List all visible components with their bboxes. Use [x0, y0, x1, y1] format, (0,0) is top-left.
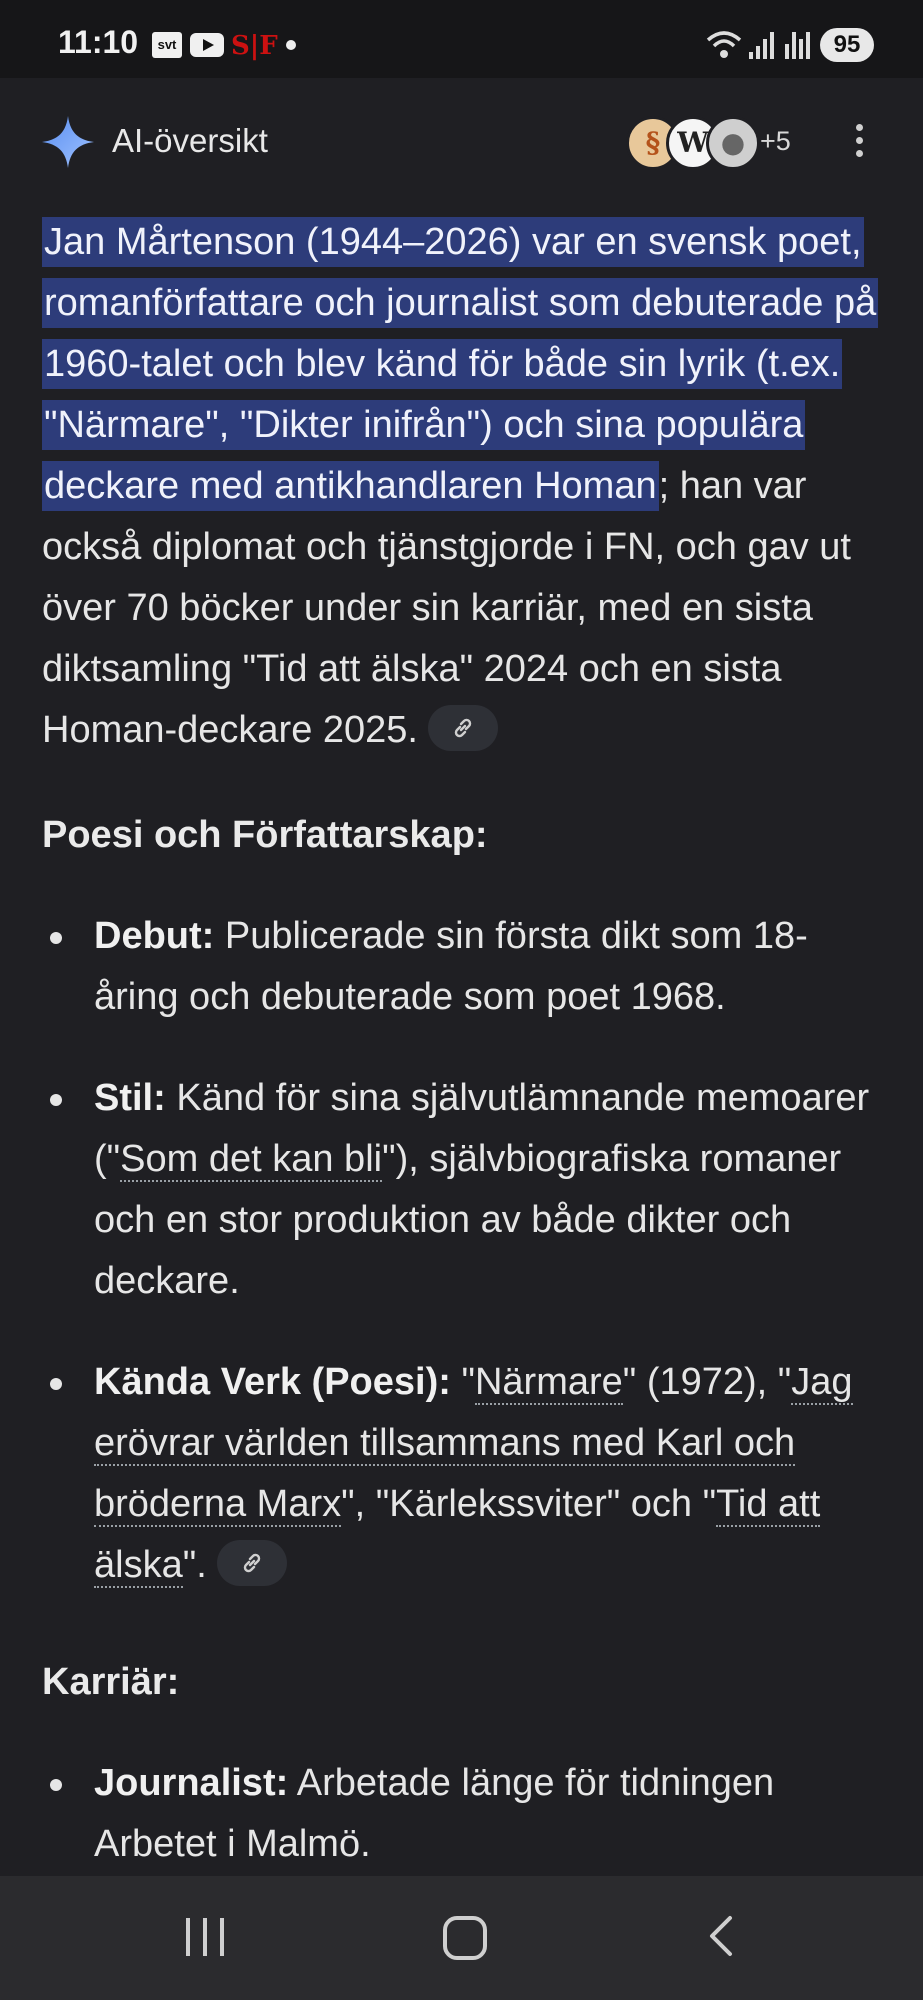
item-text: " — [461, 1361, 475, 1403]
recent-apps-button[interactable] — [186, 1918, 226, 1956]
sparkle-icon — [42, 116, 94, 168]
inline-link[interactable]: Närmare — [474, 1361, 623, 1405]
item-text: ", "Kärlekssviter" och " — [341, 1483, 717, 1525]
wifi-icon — [706, 31, 742, 58]
status-bar: 11:10 svt S|F 95 — [0, 0, 923, 78]
list-item: Kända Verk (Poesi): "Närmare" (1972), "J… — [42, 1352, 882, 1596]
notification-dot-icon — [286, 40, 296, 50]
list-item: Debut: Publicerade sin första dikt som 1… — [42, 906, 882, 1028]
home-button[interactable] — [443, 1916, 487, 1960]
ai-overview-header: AI-översikt § W ● +5 — [0, 78, 923, 208]
inline-link[interactable]: Som det kan bli — [120, 1138, 383, 1182]
poetry-list: Debut: Publicerade sin första dikt som 1… — [42, 906, 882, 1596]
intro-paragraph: Jan Mårtenson (1944–2026) var en svensk … — [42, 212, 882, 761]
ai-overview-title: AI-översikt — [112, 122, 268, 159]
source-link-button[interactable] — [216, 1539, 287, 1586]
more-sources-count[interactable]: +5 — [760, 126, 791, 157]
link-icon — [243, 1553, 260, 1573]
list-item: Stil: Känd för sina självutlämnande memo… — [42, 1068, 882, 1312]
item-text: " (1972), " — [622, 1361, 792, 1403]
item-label: Stil: — [94, 1077, 166, 1119]
svt-app-icon: svt — [152, 32, 182, 58]
back-button[interactable] — [706, 1914, 736, 1958]
signal-2-icon — [785, 32, 810, 59]
battery-indicator: 95 — [820, 28, 874, 62]
career-list: Journalist: Arbetade länge för tidningen… — [42, 1753, 882, 1875]
status-time: 11:10 — [58, 24, 139, 60]
youtube-icon — [190, 33, 224, 57]
item-label: Debut: — [94, 915, 215, 957]
item-label: Kända Verk (Poesi): — [94, 1361, 451, 1403]
source-link-button[interactable] — [428, 704, 498, 751]
ai-overview-content: Jan Mårtenson (1944–2026) var en svensk … — [42, 212, 882, 1915]
link-icon — [454, 718, 472, 738]
item-label: Journalist: — [94, 1762, 289, 1804]
item-text: ". — [182, 1544, 207, 1586]
sf-app-icon: S|F — [231, 31, 278, 61]
section-heading-poetry: Poesi och Författarskap: — [42, 814, 488, 856]
system-nav-bar — [0, 1876, 923, 2000]
list-item: Journalist: Arbetade länge för tidningen… — [42, 1753, 882, 1875]
signal-icon — [749, 32, 774, 59]
more-vert-icon[interactable] — [852, 124, 866, 164]
source-favicon-3[interactable]: ● — [706, 116, 760, 170]
section-heading-career: Karriär: — [42, 1661, 180, 1703]
